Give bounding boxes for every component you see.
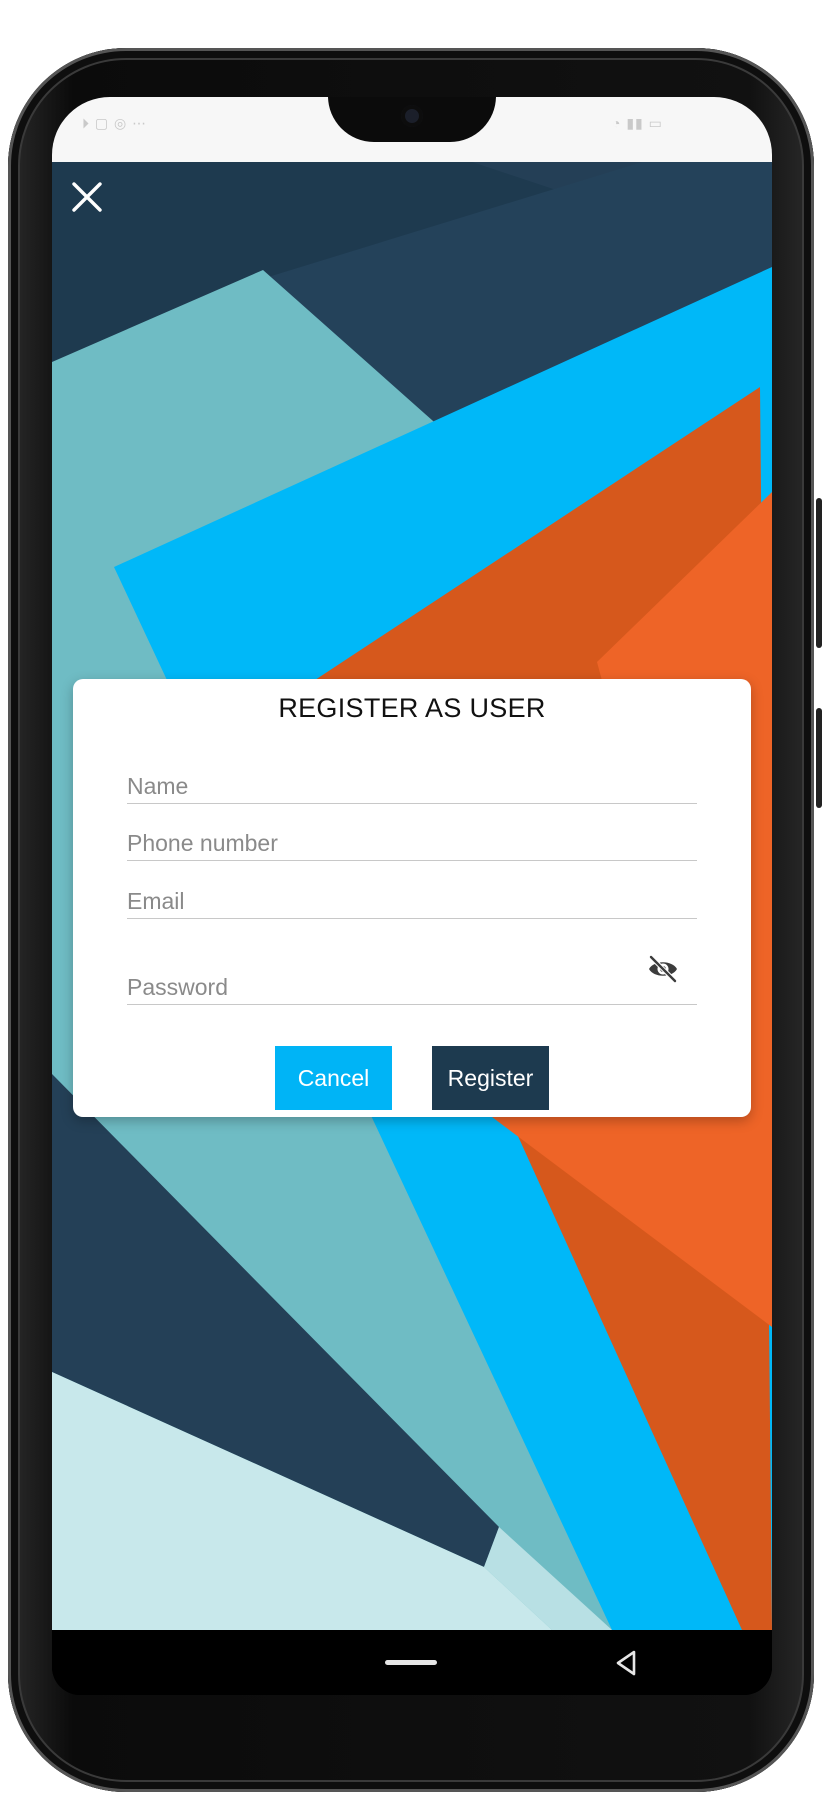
power-button	[816, 498, 822, 648]
email-field	[127, 884, 697, 919]
cancel-button[interactable]: Cancel	[275, 1046, 392, 1110]
volume-button	[816, 708, 822, 808]
status-left-icons: ⏵ ▢ ◎ ⋯	[82, 115, 148, 131]
register-button[interactable]: Register	[432, 1046, 549, 1110]
password-input[interactable]	[127, 970, 697, 1004]
password-visibility-toggle[interactable]	[647, 955, 683, 991]
eye-off-icon	[648, 955, 678, 983]
app-content: REGISTER AS USER Name Phone number Email…	[52, 162, 772, 1630]
password-field	[127, 970, 697, 1005]
register-dialog: REGISTER AS USER Name Phone number Email…	[73, 679, 751, 1117]
close-icon	[72, 182, 102, 212]
dialog-title: REGISTER AS USER	[278, 693, 546, 723]
name-field	[127, 769, 697, 804]
status-right-icons: ◔ ▮▮ ▭	[612, 115, 663, 131]
navigation-bar	[52, 1630, 772, 1695]
phone-field	[127, 826, 697, 861]
email-input[interactable]	[127, 884, 697, 918]
back-triangle-icon[interactable]	[612, 1648, 642, 1678]
close-button[interactable]	[72, 182, 120, 230]
phone-screen: ⏵ ▢ ◎ ⋯ ◔ ▮▮ ▭ REGISTER AS USER Name Pho…	[52, 97, 772, 1695]
home-pill-icon[interactable]	[385, 1660, 437, 1665]
front-camera	[401, 105, 423, 127]
name-input[interactable]	[127, 769, 697, 803]
phone-input[interactable]	[127, 826, 697, 860]
